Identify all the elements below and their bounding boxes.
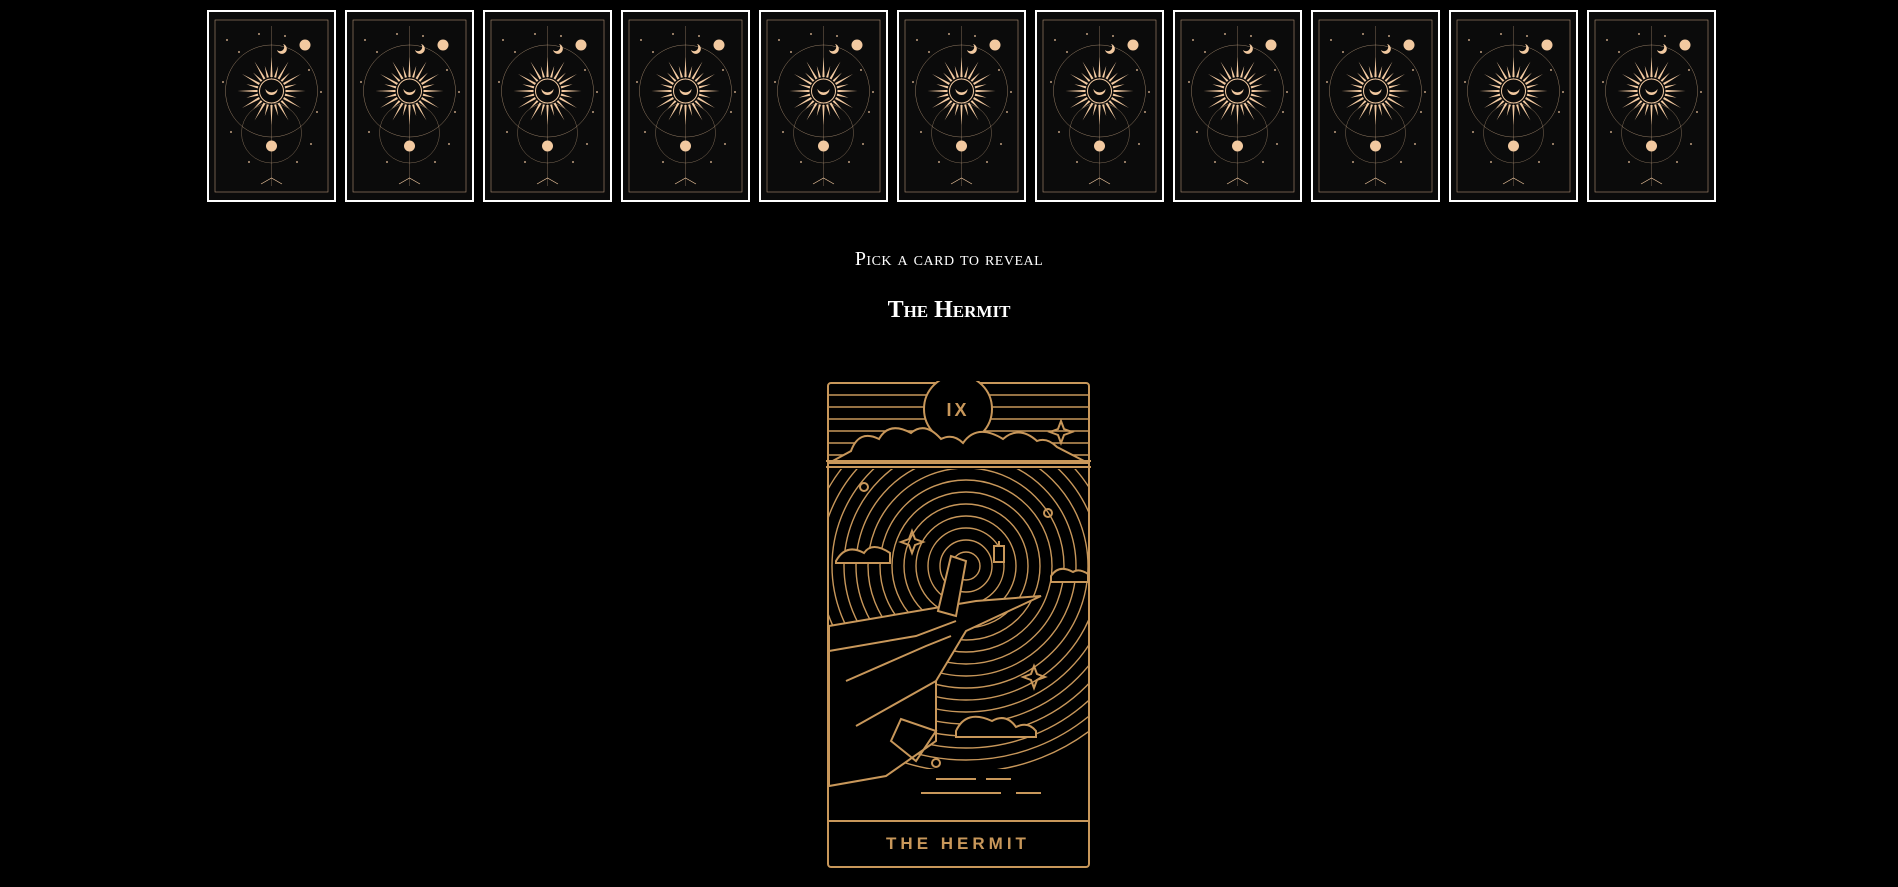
tarot-card-back[interactable]	[207, 10, 336, 202]
card-deck	[207, 10, 1716, 202]
pick-card-prompt: Pick a card to reveal	[854, 248, 1044, 270]
sun-moon-card-back-icon	[1037, 12, 1162, 200]
sun-moon-card-back-icon	[1589, 12, 1714, 200]
tarot-card-back[interactable]	[345, 10, 474, 202]
sun-moon-card-back-icon	[209, 12, 334, 200]
card-numeral: IX	[946, 400, 969, 420]
sun-moon-card-back-icon	[1313, 12, 1438, 200]
tarot-card-back[interactable]	[1587, 10, 1716, 202]
sun-moon-card-back-icon	[623, 12, 748, 200]
revealed-card: IX THE HERMIT	[826, 381, 1091, 869]
revealed-card-name: The Hermit	[887, 297, 1011, 323]
tarot-card-back[interactable]	[1311, 10, 1440, 202]
sun-moon-card-back-icon	[761, 12, 886, 200]
tarot-card-back[interactable]	[1173, 10, 1302, 202]
sun-moon-card-back-icon	[485, 12, 610, 200]
sun-moon-card-back-icon	[1175, 12, 1300, 200]
sun-moon-card-back-icon	[1451, 12, 1576, 200]
sun-moon-card-back-icon	[347, 12, 472, 200]
tarot-card-back[interactable]	[897, 10, 1026, 202]
sun-moon-card-back-icon	[899, 12, 1024, 200]
tarot-card-back[interactable]	[759, 10, 888, 202]
hermit-card-art-icon: IX THE HERMIT	[826, 381, 1091, 868]
tarot-card-back[interactable]	[1035, 10, 1164, 202]
tarot-card-back[interactable]	[483, 10, 612, 202]
tarot-card-back[interactable]	[621, 10, 750, 202]
tarot-card-back[interactable]	[1449, 10, 1578, 202]
card-caption: THE HERMIT	[886, 834, 1030, 853]
